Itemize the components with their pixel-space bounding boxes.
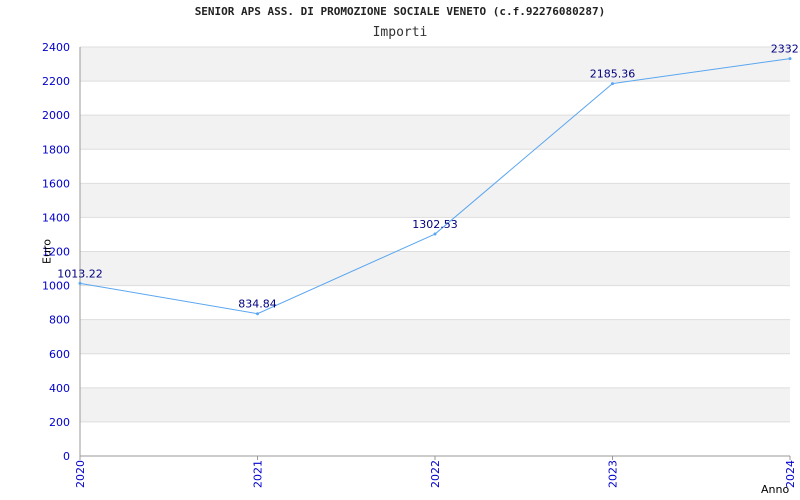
grid-band: [80, 183, 790, 218]
data-point: [78, 281, 82, 285]
x-tick-label: 2021: [252, 460, 265, 488]
y-tick-label: 1000: [42, 280, 70, 293]
x-tick-label: 2023: [607, 460, 620, 488]
y-tick-label: 600: [49, 348, 70, 361]
data-point: [256, 312, 259, 316]
grid-band: [80, 47, 790, 82]
data-point: [611, 82, 614, 86]
grid-band: [80, 387, 790, 422]
y-axis-label: Euro: [40, 239, 54, 264]
y-tick-label: 2400: [42, 41, 70, 54]
y-tick-label: 2000: [42, 109, 70, 122]
y-tick-label: 0: [63, 450, 70, 463]
grid-band: [80, 115, 790, 150]
grid-band: [80, 251, 790, 286]
data-point: [788, 57, 792, 61]
y-tick-label: 2200: [42, 75, 70, 88]
data-label: 1302.53: [412, 218, 458, 231]
data-label: 2332.1: [771, 43, 800, 56]
y-tick-label: 200: [49, 416, 70, 429]
y-tick-label: 1400: [42, 211, 70, 224]
x-tick-label: 2020: [74, 460, 87, 488]
y-tick-label: 800: [49, 314, 70, 327]
x-axis-label: Anno: [761, 483, 790, 496]
y-tick-label: 400: [49, 382, 70, 395]
grid-band: [80, 319, 790, 354]
data-label: 1013.22: [57, 267, 103, 280]
data-label: 834.84: [238, 298, 277, 311]
y-tick-label: 1600: [42, 177, 70, 190]
y-tick-label: 1800: [42, 143, 70, 156]
x-tick-label: 2022: [429, 460, 442, 488]
data-label: 2185.36: [590, 68, 636, 81]
data-point: [433, 232, 437, 236]
chart-plot: 0200400600800100012001400160018002000220…: [42, 41, 800, 488]
